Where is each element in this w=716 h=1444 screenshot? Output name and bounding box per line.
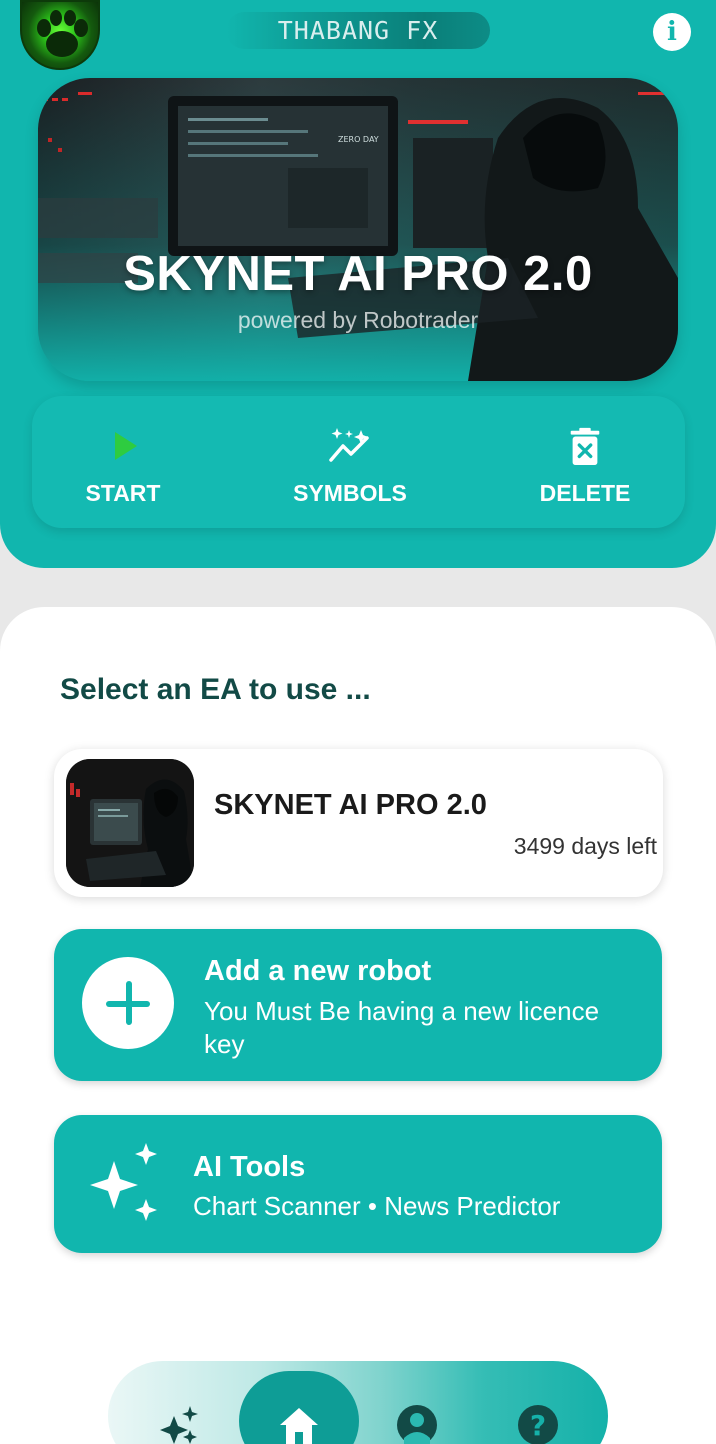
ai-tools-title: AI Tools: [193, 1151, 306, 1183]
sparkles-icon: [90, 1143, 157, 1221]
symbols-button[interactable]: SYMBOLS: [287, 396, 413, 528]
ai-tools-subtitle: Chart Scanner • News Predictor: [193, 1191, 561, 1221]
header-panel: THABANG FX i ZERO DAY SKYNET AI PRO 2.0 …: [0, 0, 716, 568]
home-icon[interactable]: [278, 1406, 320, 1444]
start-button[interactable]: START: [82, 396, 164, 528]
green-paw-avatar-icon: [37, 10, 88, 57]
hero-subtitle: powered by Robotrader: [237, 307, 479, 333]
user-icon[interactable]: [396, 1404, 438, 1444]
info-icon[interactable]: i: [653, 13, 691, 51]
nav-sparkles-icon[interactable]: [160, 1404, 200, 1444]
play-icon: [115, 432, 137, 460]
ea-days-left: 3499 days left: [513, 833, 657, 859]
app-screen: THABANG FX i ZERO DAY SKYNET AI PRO 2.0 …: [0, 0, 716, 1444]
svg-text:ZERO DAY: ZERO DAY: [338, 135, 379, 144]
delete-button[interactable]: DELETE: [535, 396, 635, 528]
avatar[interactable]: [20, 0, 100, 70]
hacker-background-image: ZERO DAY: [38, 92, 678, 381]
add-robot-subtitle: You Must Be having a new licence key: [204, 996, 600, 1059]
help-icon[interactable]: ?: [517, 1404, 559, 1444]
username-pill: THABANG FX: [226, 12, 490, 49]
symbols-label: SYMBOLS: [293, 480, 407, 506]
ea-card[interactable]: SKYNET AI PRO 2.0 3499 days left: [54, 749, 663, 897]
ea-thumbnail: [66, 759, 194, 887]
trash-icon: [570, 427, 600, 466]
hero-title: SKYNET AI PRO 2.0: [123, 247, 593, 301]
start-label: START: [85, 480, 161, 506]
action-bar: START SYMBOLS DELETE: [32, 396, 685, 528]
svg-text:?: ?: [530, 1409, 546, 1442]
hero-banner: ZERO DAY SKYNET AI PRO 2.0 powered by Ro…: [38, 78, 678, 381]
ea-name: SKYNET AI PRO 2.0: [214, 789, 487, 821]
add-robot-title: Add a new robot: [204, 955, 432, 987]
delete-label: DELETE: [539, 480, 631, 506]
add-robot-card[interactable]: Add a new robot You Must Be having a new…: [54, 929, 662, 1081]
content-panel: Select an EA to use ... SKYNET AI PRO 2.…: [0, 607, 716, 1444]
plus-icon: [82, 957, 174, 1049]
sparkle-chart-icon: [329, 428, 369, 462]
ea-thumbnail-image: [66, 759, 194, 887]
ai-tools-card[interactable]: AI Tools Chart Scanner • News Predictor: [54, 1115, 662, 1253]
section-title: Select an EA to use ...: [60, 673, 371, 706]
